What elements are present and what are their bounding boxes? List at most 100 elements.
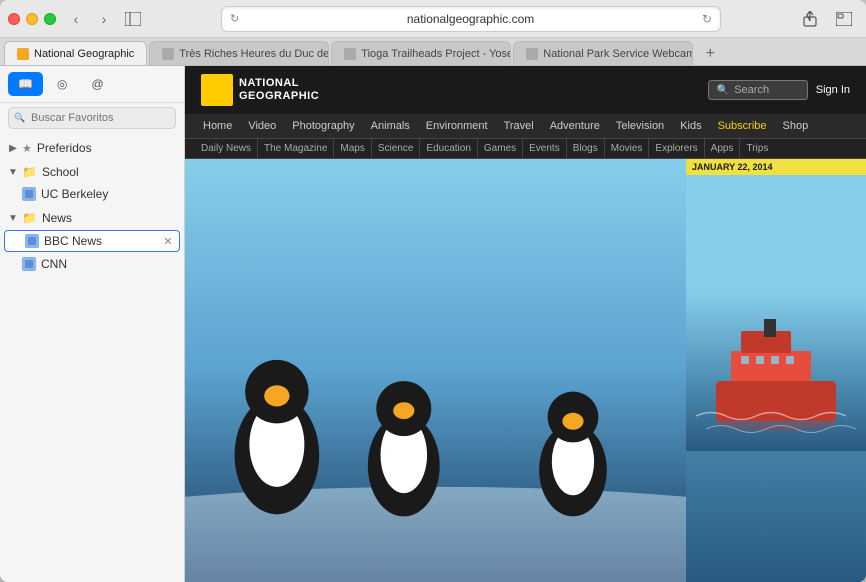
bookmark-cnn-icon: [22, 257, 36, 271]
sidebar-item-uc-berkeley[interactable]: UC Berkeley: [0, 183, 184, 205]
ng-subnav-maps[interactable]: Maps: [334, 139, 371, 158]
ng-logo-line2: GEOGRAPHIC: [239, 90, 319, 103]
toolbar-right: [796, 8, 858, 30]
sidebar-section-school: ▼ 📁 School UC Berkeley: [0, 161, 184, 205]
maximize-button[interactable]: [44, 13, 56, 25]
refresh-button[interactable]: ↻: [702, 12, 712, 26]
ng-hero-main: [185, 159, 686, 582]
ng-nav-television[interactable]: Television: [608, 114, 672, 138]
school-label: School: [42, 165, 79, 179]
address-bar[interactable]: ↻ nationalgeographic.com ↻: [221, 6, 721, 32]
sidebar-section-news: ▼ 📁 News BBC News ✕ CNN: [0, 207, 184, 275]
bookmark-bbc-icon: [25, 234, 39, 248]
bbc-news-label: BBC News: [44, 234, 161, 248]
tab-nps-webcam[interactable]: National Park Service Webcam: [513, 41, 693, 65]
ng-subnav-education[interactable]: Education: [420, 139, 477, 158]
ng-nav-adventure[interactable]: Adventure: [542, 114, 608, 138]
ng-subnav: Daily News The Magazine Maps Science Edu…: [185, 139, 866, 159]
new-tab-plus[interactable]: +: [699, 43, 721, 65]
ng-subnav-trips[interactable]: Trips: [740, 139, 774, 158]
share-button[interactable]: [796, 8, 824, 30]
forward-button[interactable]: ›: [92, 8, 116, 30]
address-bar-container: ↻ nationalgeographic.com ↻: [154, 6, 788, 32]
sidebar-icon: [125, 12, 141, 26]
chevron-right-icon: ▶: [8, 143, 18, 153]
ng-subnav-apps[interactable]: Apps: [705, 139, 741, 158]
ng-search-label: Search: [734, 84, 769, 96]
sidebar-tab-reading[interactable]: ◎: [47, 72, 77, 96]
ng-site: NATIONAL GEOGRAPHIC 🔍 Search Sign In: [185, 66, 866, 582]
sidebar-search-wrap: [8, 107, 176, 129]
sidebar-item-school[interactable]: ▼ 📁 School: [0, 161, 184, 183]
ng-subnav-blogs[interactable]: Blogs: [567, 139, 605, 158]
ng-hero-side: JANUARY 22, 2014: [686, 159, 866, 582]
ng-subnav-daily-news[interactable]: Daily News: [195, 139, 258, 158]
sidebar-item-bbc-news[interactable]: BBC News ✕: [4, 230, 180, 252]
ng-nav-home[interactable]: Home: [195, 114, 240, 138]
sidebar: 📖 ◎ @ ▶: [0, 66, 185, 582]
news-label: News: [42, 211, 72, 225]
share-icon: [803, 11, 817, 27]
ng-subnav-movies[interactable]: Movies: [605, 139, 650, 158]
ng-search-box[interactable]: 🔍 Search: [708, 80, 808, 100]
sidebar-content: ▶ ★ Preferidos ▼ 📁 School UC Berkeley: [0, 133, 184, 582]
sidebar-toggle-button[interactable]: [120, 8, 146, 30]
url-text: nationalgeographic.com: [245, 12, 696, 26]
new-tab-button[interactable]: [830, 8, 858, 30]
sidebar-item-cnn[interactable]: CNN: [0, 253, 184, 275]
penguin-illustration: [185, 159, 686, 582]
tab-tioga[interactable]: Tioga Trailheads Project - Yosemite...: [331, 41, 511, 65]
ng-subnav-games[interactable]: Games: [478, 139, 523, 158]
tab-favicon-4: [526, 48, 538, 60]
ng-header: NATIONAL GEOGRAPHIC 🔍 Search Sign In: [185, 66, 866, 114]
tab-favicon-2: [162, 48, 174, 60]
ng-logo-text: NATIONAL GEOGRAPHIC: [239, 77, 319, 103]
ng-subnav-science[interactable]: Science: [372, 139, 421, 158]
ng-subnav-events[interactable]: Events: [523, 139, 567, 158]
ng-subnav-explorers[interactable]: Explorers: [649, 139, 704, 158]
chevron-down-news-icon: ▼: [8, 213, 18, 223]
preferidos-label: Preferidos: [37, 141, 92, 155]
tab-label-2: Très Riches Heures du Duc de Berry -...: [179, 48, 329, 60]
bookmark-uc-berkeley-icon: [22, 187, 36, 201]
web-content: NATIONAL GEOGRAPHIC 🔍 Search Sign In: [185, 66, 866, 582]
back-button[interactable]: ‹: [64, 8, 88, 30]
ng-nav-kids[interactable]: Kids: [672, 114, 709, 138]
sidebar-tab-bookmarks[interactable]: 📖: [8, 72, 43, 96]
main-area: 📖 ◎ @ ▶: [0, 66, 866, 582]
title-bar: ‹ › ↻ nationalgeographic.com ↻: [0, 0, 866, 38]
tab-national-geographic[interactable]: National Geographic: [4, 41, 147, 65]
tab-bar: National Geographic Très Riches Heures d…: [0, 38, 866, 66]
ng-nav-shop[interactable]: Shop: [775, 114, 817, 138]
ng-nav-photography[interactable]: Photography: [284, 114, 362, 138]
sidebar-search-input[interactable]: [8, 107, 176, 129]
ng-logo-line1: NATIONAL: [239, 77, 319, 90]
uc-berkeley-label: UC Berkeley: [41, 187, 108, 201]
ship-illustration: [686, 291, 866, 451]
ng-logo-rect: [201, 74, 233, 106]
ng-signin-button[interactable]: Sign In: [816, 84, 850, 96]
close-bbc-news-icon[interactable]: ✕: [161, 234, 175, 248]
sidebar-tab-shared[interactable]: @: [81, 72, 113, 96]
sidebar-search-container: [0, 103, 184, 133]
ng-nav-subscribe[interactable]: Subscribe: [710, 114, 775, 138]
nav-buttons: ‹ ›: [64, 8, 116, 30]
ng-subnav-magazine[interactable]: The Magazine: [258, 139, 334, 158]
tab-tres-riches[interactable]: Très Riches Heures du Duc de Berry -...: [149, 41, 329, 65]
sidebar-item-news[interactable]: ▼ 📁 News: [0, 207, 184, 229]
ng-nav-video[interactable]: Video: [240, 114, 284, 138]
tab-icon: [836, 12, 852, 26]
star-icon: ★: [22, 142, 32, 155]
ng-search-icon: 🔍: [717, 85, 729, 96]
penguin-scene: [185, 159, 686, 582]
browser-window: ‹ › ↻ nationalgeographic.com ↻: [0, 0, 866, 582]
ng-nav-environment[interactable]: Environment: [418, 114, 496, 138]
shared-icon: @: [91, 77, 103, 91]
bookmarks-icon: 📖: [18, 77, 33, 91]
ng-nav-animals[interactable]: Animals: [363, 114, 418, 138]
close-button[interactable]: [8, 13, 20, 25]
ng-nav-travel[interactable]: Travel: [496, 114, 542, 138]
minimize-button[interactable]: [26, 13, 38, 25]
ng-ship-scene: [686, 159, 866, 582]
sidebar-item-preferidos[interactable]: ▶ ★ Preferidos: [0, 137, 184, 159]
